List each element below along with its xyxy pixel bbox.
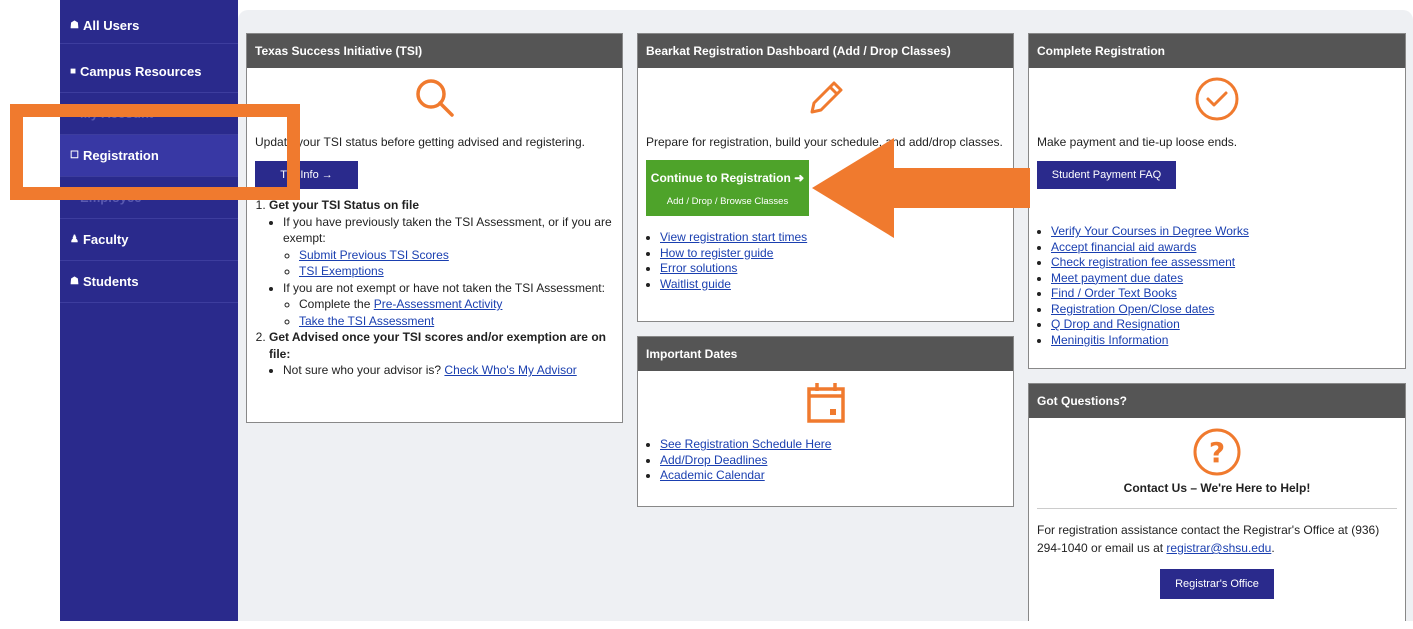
important-dates-card: Important Dates See Registration Schedul… bbox=[637, 336, 1014, 507]
button-label: Continue to Registration ➜ bbox=[650, 171, 805, 185]
got-questions-card: Got Questions? ? Contact Us – We're Here… bbox=[1028, 383, 1406, 621]
fee-assessment-link[interactable]: Check registration fee assessment bbox=[1051, 255, 1235, 269]
continue-to-registration-button[interactable]: Continue to Registration ➜ Add / Drop / … bbox=[646, 160, 809, 216]
list-item: Not sure who your advisor is? Check Who'… bbox=[283, 362, 614, 379]
take-tsi-link[interactable]: Take the TSI Assessment bbox=[299, 314, 434, 328]
complete-links: Verify Your Courses in Degree Works Acce… bbox=[1037, 224, 1397, 348]
search-icon bbox=[255, 68, 614, 132]
registrars-office-button[interactable]: Registrar's Office → bbox=[1160, 569, 1274, 620]
pencil-icon bbox=[646, 68, 1005, 132]
check-advisor-link[interactable]: Check Who's My Advisor bbox=[444, 363, 576, 377]
users-icon: ☗ bbox=[70, 20, 79, 31]
list-item: Meningitis Information bbox=[1051, 333, 1397, 349]
dates-links: See Registration Schedule Here Add/Drop … bbox=[646, 437, 1005, 484]
student-payment-faq-button[interactable]: Student Payment FAQ → bbox=[1037, 161, 1176, 209]
tsi-step-1a-text: If you have previously taken the TSI Ass… bbox=[283, 214, 612, 246]
tsi-card: Texas Success Initiative (TSI) Update yo… bbox=[246, 33, 623, 423]
list-item: Accept financial aid awards bbox=[1051, 240, 1397, 256]
arrow-annotation bbox=[812, 138, 1030, 238]
degree-works-link[interactable]: Verify Your Courses in Degree Works bbox=[1051, 224, 1249, 238]
list-item: If you are not exempt or have not taken … bbox=[283, 280, 614, 330]
list-item: Take the TSI Assessment bbox=[299, 313, 614, 330]
card-title: Bearkat Registration Dashboard (Add / Dr… bbox=[638, 34, 1013, 68]
question-circle-icon: ? bbox=[1037, 418, 1397, 480]
list-item: Find / Order Text Books bbox=[1051, 286, 1397, 302]
list-item: Verify Your Courses in Degree Works bbox=[1051, 224, 1397, 240]
list-item: Add/Drop Deadlines bbox=[660, 453, 1005, 469]
card-title: Important Dates bbox=[638, 337, 1013, 371]
contact-text-after: . bbox=[1271, 541, 1275, 555]
academic-calendar-link[interactable]: Academic Calendar bbox=[660, 468, 765, 482]
sidebar-item-all-users[interactable]: ☗ All Users bbox=[60, 8, 238, 44]
tsi-intro: Update your TSI status before getting ad… bbox=[255, 135, 585, 149]
meningitis-link[interactable]: Meningitis Information bbox=[1051, 333, 1168, 347]
sidebar-item-label: All Users bbox=[82, 18, 140, 33]
sidebar-item-label: Campus Resources bbox=[80, 64, 202, 79]
tsi-step-2: Get Advised once your TSI scores and/or … bbox=[269, 329, 614, 379]
list-item: Complete the Pre-Assessment Activity bbox=[299, 296, 614, 313]
tsi-step-1: Get your TSI Status on file If you have … bbox=[269, 197, 614, 329]
submit-tsi-scores-link[interactable]: Submit Previous TSI Scores bbox=[299, 248, 449, 262]
list-item: Submit Previous TSI Scores bbox=[299, 247, 614, 264]
list-item: How to register guide bbox=[660, 246, 1005, 262]
pre-assessment-link[interactable]: Pre-Assessment Activity bbox=[374, 297, 503, 311]
sidebar-item-students[interactable]: ☗ Students bbox=[60, 261, 238, 303]
text-books-link[interactable]: Find / Order Text Books bbox=[1051, 286, 1177, 300]
tsi-steps: Get your TSI Status on file If you have … bbox=[255, 197, 614, 379]
sidebar-item-faculty[interactable]: ♟ Faculty bbox=[60, 219, 238, 261]
registrar-email-link[interactable]: registrar@shsu.edu bbox=[1166, 541, 1271, 555]
svg-text:?: ? bbox=[1209, 436, 1225, 469]
q-drop-link[interactable]: Q Drop and Resignation bbox=[1051, 317, 1180, 331]
tsi-step-1b-text: If you are not exempt or have not taken … bbox=[283, 280, 605, 295]
list-item: See Registration Schedule Here bbox=[660, 437, 1005, 453]
advisor-text: Not sure who your advisor is? bbox=[283, 363, 445, 377]
list-item: TSI Exemptions bbox=[299, 263, 614, 280]
financial-aid-link[interactable]: Accept financial aid awards bbox=[1051, 240, 1196, 254]
error-solutions-link[interactable]: Error solutions bbox=[660, 261, 737, 275]
complete-registration-card: Complete Registration Make payment and t… bbox=[1028, 33, 1406, 369]
list-item: Check registration fee assessment bbox=[1051, 255, 1397, 271]
button-sublabel: Add / Drop / Browse Classes bbox=[666, 196, 789, 207]
contact-text: For registration assistance contact the … bbox=[1037, 521, 1397, 557]
list-item: Meet payment due dates bbox=[1051, 271, 1397, 287]
calendar-icon bbox=[646, 371, 1005, 437]
check-circle-icon bbox=[1037, 68, 1397, 132]
list-item: Registration Open/Close dates bbox=[1051, 302, 1397, 318]
sidebar-item-campus-resources[interactable]: ■ Campus Resources bbox=[60, 51, 238, 93]
card-title: Complete Registration bbox=[1029, 34, 1405, 68]
complete-intro: Make payment and tie-up loose ends. bbox=[1037, 135, 1238, 149]
open-close-dates-link[interactable]: Registration Open/Close dates bbox=[1051, 302, 1214, 316]
highlight-box-annotation bbox=[10, 104, 300, 200]
sidebar-item-label: Faculty bbox=[82, 232, 129, 247]
sidebar-nav: ☗ All Users ■ Campus Resources ■ My Acco… bbox=[60, 0, 238, 621]
contact-heading: Contact Us – We're Here to Help! bbox=[1037, 480, 1397, 509]
sidebar-item-label: Students bbox=[82, 274, 139, 289]
list-item: Error solutions bbox=[660, 261, 1005, 277]
students-icon: ☗ bbox=[70, 276, 79, 287]
list-item: If you have previously taken the TSI Ass… bbox=[283, 214, 614, 280]
card-title: Texas Success Initiative (TSI) bbox=[247, 34, 622, 68]
folder-icon: ■ bbox=[70, 66, 77, 77]
step-title: Get your TSI Status on file bbox=[269, 198, 420, 212]
dashboard-links: View registration start times How to reg… bbox=[646, 230, 1005, 292]
add-drop-deadlines-link[interactable]: Add/Drop Deadlines bbox=[660, 453, 767, 467]
registration-schedule-link[interactable]: See Registration Schedule Here bbox=[660, 437, 831, 451]
payment-due-dates-link[interactable]: Meet payment due dates bbox=[1051, 271, 1183, 285]
card-title: Got Questions? bbox=[1029, 384, 1405, 418]
how-to-register-link[interactable]: How to register guide bbox=[660, 246, 773, 260]
complete-the-text: Complete the bbox=[299, 297, 374, 311]
tsi-exemptions-link[interactable]: TSI Exemptions bbox=[299, 264, 384, 278]
list-item: Waitlist guide bbox=[660, 277, 1005, 293]
faculty-icon: ♟ bbox=[70, 234, 79, 245]
registration-start-times-link[interactable]: View registration start times bbox=[660, 230, 807, 244]
list-item: Academic Calendar bbox=[660, 468, 1005, 484]
list-item: Q Drop and Resignation bbox=[1051, 317, 1397, 333]
step-title: Get Advised once your TSI scores and/or … bbox=[269, 330, 606, 361]
waitlist-guide-link[interactable]: Waitlist guide bbox=[660, 277, 731, 291]
